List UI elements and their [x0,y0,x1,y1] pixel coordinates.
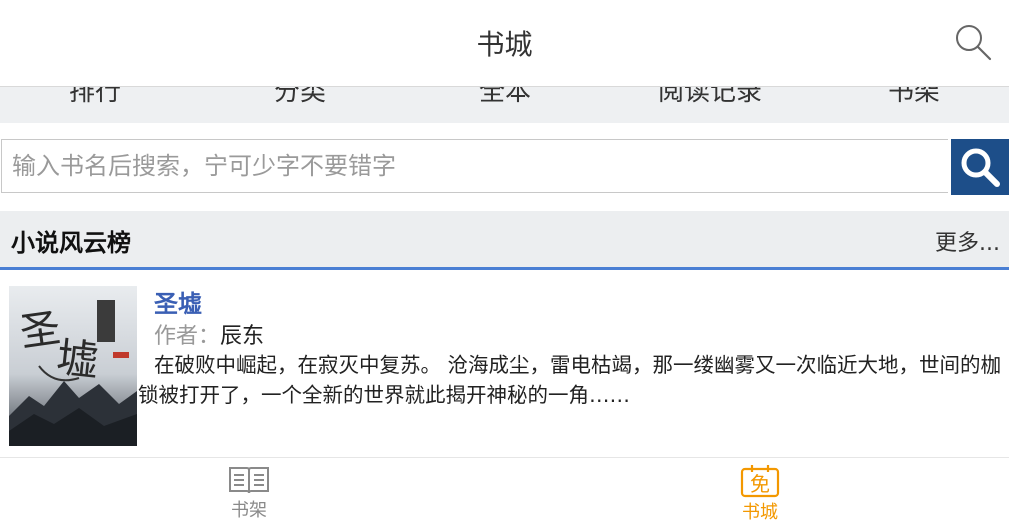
nav-item-bookshelf[interactable]: 书架 [814,87,1009,108]
book-description: 在破败中崛起，在寂灭中复苏。 沧海成尘，雷电枯竭，那一缕幽雾又一次临近大地，世间… [138,353,1002,407]
author-name: 辰东 [220,324,265,349]
book-open-icon [229,467,269,494]
nav-item-ranking[interactable]: 排行 [0,87,195,108]
book-title[interactable]: 圣墟 [154,284,202,319]
book-cover[interactable]: 圣 墟 [9,286,137,446]
app-header: 书城 [0,0,1009,87]
category-nav: 排行 分类 全本 阅读记录 书架 [0,87,1009,123]
page-title: 书城 [476,28,533,61]
tab-bookshelf[interactable]: 书架 [209,464,289,522]
search-icon[interactable] [953,22,993,62]
search-button[interactable] [951,139,1009,195]
nav-item-category[interactable]: 分类 [200,87,400,108]
search-input[interactable] [1,139,948,193]
svg-text:圣: 圣 [17,305,63,356]
author-label: 作者： [154,324,221,349]
book-author: 作者：辰东 [154,318,264,350]
nav-item-history[interactable]: 阅读记录 [610,87,810,108]
tab-bookshelf-label: 书架 [231,500,267,521]
section-title: 小说风云榜 [11,229,131,257]
section-header: 小说风云榜 更多... [0,211,1009,270]
bottom-tabbar: 书架 免 书城 [0,457,1009,530]
book-item[interactable]: 圣 墟 圣墟 作者：辰东 在破败中崛起，在寂灭中复苏。 沧海成尘，雷电枯竭，那一… [0,278,1009,448]
free-icon: 免 [740,465,780,498]
more-link[interactable]: 更多... [935,225,1000,257]
nav-item-complete[interactable]: 全本 [405,87,605,108]
tab-bookstore[interactable]: 免 书城 [720,464,800,524]
free-icon-char: 免 [750,472,770,496]
magnifier-icon [961,148,1000,187]
tab-bookstore-label: 书城 [742,502,778,523]
search-bar [0,139,1009,195]
